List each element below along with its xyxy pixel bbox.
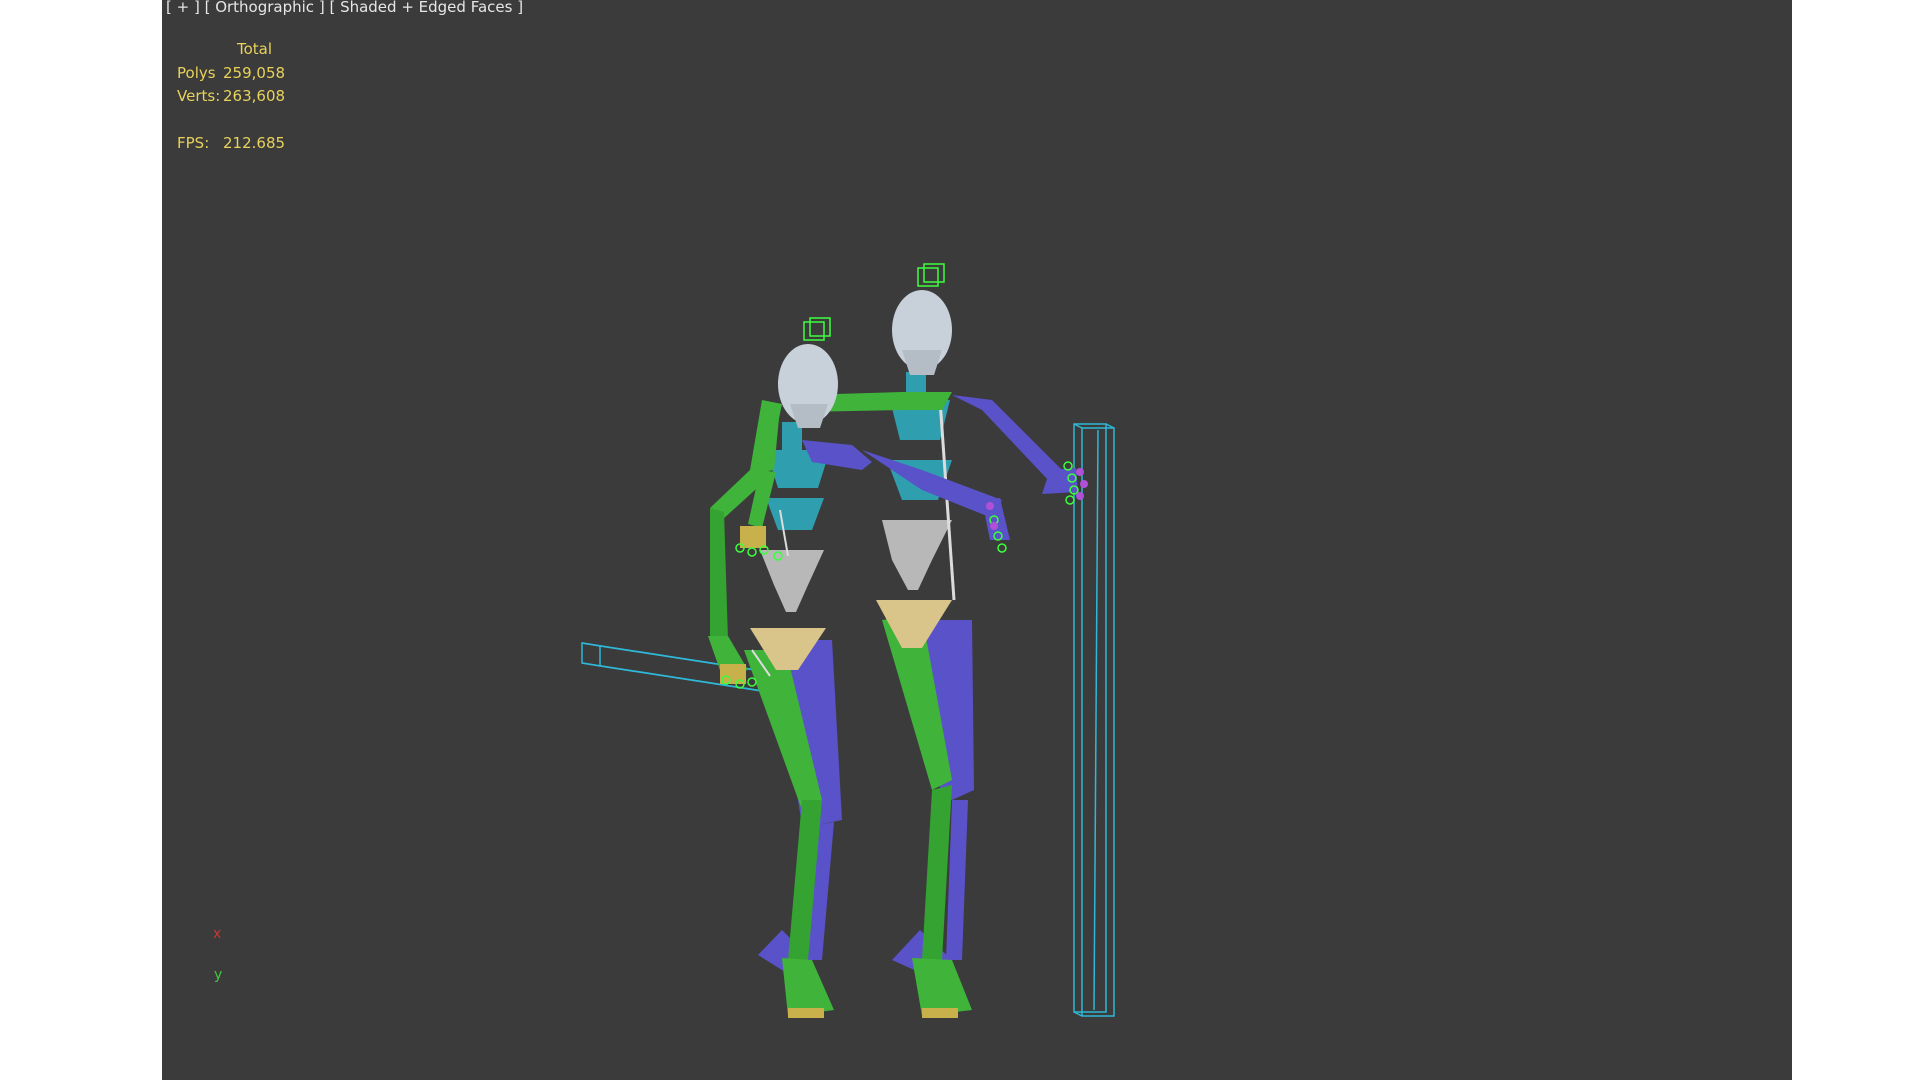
- box-helper-vertical[interactable]: [1073, 423, 1115, 1017]
- axis-y-label: y: [214, 967, 223, 983]
- scene-canvas[interactable]: [162, 0, 1792, 1080]
- biped-figure-left[interactable]: [708, 317, 872, 1018]
- 3d-viewport[interactable]: [ + ] [ Orthographic ] [ Shaded + Edged …: [162, 0, 1792, 1080]
- biped-figure-right[interactable]: [802, 263, 1088, 1018]
- axis-x-label: x: [213, 926, 222, 942]
